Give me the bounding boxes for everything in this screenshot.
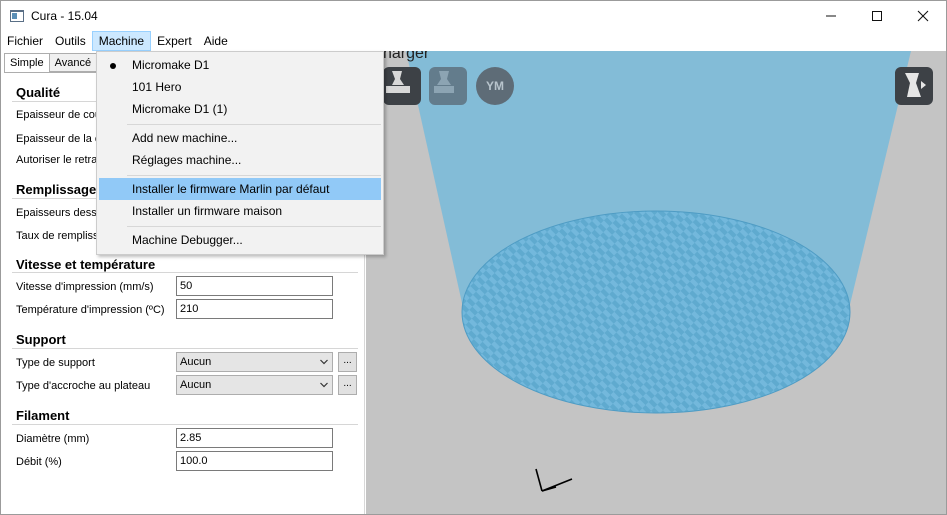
top-bottom-thickness-label: Epaisseurs dessu — [16, 207, 103, 219]
section-title-vitesse: Vitesse et température — [16, 257, 156, 272]
close-icon — [917, 10, 929, 22]
app-window-icon — [10, 10, 24, 22]
print-speed-input[interactable]: 50 — [176, 276, 333, 296]
selected-bullet-icon — [110, 63, 116, 69]
tab-simple[interactable]: Simple — [4, 53, 50, 73]
minimize-icon — [826, 15, 836, 17]
view-mode-icon — [905, 73, 926, 97]
load-icon — [386, 71, 410, 93]
maximize-button[interactable] — [854, 1, 900, 31]
build-plate — [461, 210, 851, 414]
fill-density-label: Taux de rempliss — [16, 230, 99, 242]
install-custom-firmware-item[interactable]: Installer un firmware maison — [99, 200, 381, 222]
menu-expert[interactable]: Expert — [151, 31, 198, 51]
build-volume-scene — [406, 51, 911, 492]
section-title-remplissage: Remplissage — [16, 182, 97, 197]
chevron-down-icon — [320, 382, 328, 388]
diameter-input[interactable]: 2.85 — [176, 428, 333, 448]
adhesion-type-more-button[interactable]: ... — [338, 375, 357, 395]
load-button-label: harger — [383, 51, 430, 62]
machine-menu-dropdown: Micromake D1 101 Hero Micromake D1 (1) A… — [96, 51, 384, 255]
machine-item[interactable]: 101 Hero — [99, 76, 381, 98]
menu-machine[interactable]: Machine — [91, 31, 152, 51]
install-default-firmware-item[interactable]: Installer le firmware Marlin par défaut — [99, 178, 381, 200]
print-temp-input[interactable]: 210 — [176, 299, 333, 319]
diameter-label: Diamètre (mm) — [16, 433, 90, 445]
menu-separator — [127, 226, 381, 227]
load-model-button[interactable] — [383, 67, 421, 105]
maximize-icon — [872, 11, 882, 21]
settings-tabs: Simple Avancé — [4, 53, 98, 73]
3d-viewport[interactable]: harger YM — [366, 51, 946, 514]
shell-thickness-label: Epaisseur de la c — [16, 133, 101, 145]
close-button[interactable] — [900, 1, 946, 31]
flow-label: Débit (%) — [16, 456, 62, 468]
add-new-machine-item[interactable]: Add new machine... — [99, 127, 381, 149]
section-rule — [12, 348, 358, 349]
section-title-qualite: Qualité — [16, 85, 61, 100]
menu-fichier[interactable]: Fichier — [1, 31, 49, 51]
adhesion-type-select[interactable]: Aucun — [176, 375, 333, 395]
adhesion-type-value: Aucun — [180, 379, 212, 391]
machine-debugger-item[interactable]: Machine Debugger... — [99, 229, 381, 251]
chevron-down-icon — [320, 359, 328, 365]
section-rule — [12, 424, 358, 425]
flow-input[interactable]: 100.0 — [176, 451, 333, 471]
youmagine-icon: YM — [486, 79, 504, 93]
adhesion-type-label: Type d'accroche au plateau — [16, 380, 151, 392]
title-bar: Cura - 15.04 — [1, 1, 946, 31]
menu-separator — [127, 175, 381, 176]
print-icon — [434, 71, 454, 93]
minimize-button[interactable] — [808, 1, 854, 31]
support-type-more-button[interactable]: ... — [338, 352, 357, 372]
cura-window: Cura - 15.04 Fichier Outils Machine Expe… — [0, 0, 947, 515]
support-type-select[interactable]: Aucun — [176, 352, 333, 372]
menu-outils[interactable]: Outils — [49, 31, 92, 51]
menu-separator — [127, 124, 381, 125]
section-title-filament: Filament — [16, 408, 70, 423]
view-mode-button[interactable] — [895, 67, 933, 105]
machine-item-label: Micromake D1 — [132, 58, 210, 72]
menu-bar: Fichier Outils Machine Expert Aide — [1, 31, 946, 51]
section-title-support: Support — [16, 332, 66, 347]
machine-settings-item[interactable]: Réglages machine... — [99, 149, 381, 171]
machine-item-selected[interactable]: Micromake D1 — [99, 54, 381, 76]
support-type-value: Aucun — [180, 356, 212, 368]
layer-height-label: Epaisseur de cou — [16, 109, 101, 121]
menu-aide[interactable]: Aide — [198, 31, 234, 51]
print-temp-label: Température d'impression (ºC) — [16, 304, 165, 316]
section-rule — [12, 272, 358, 273]
support-type-label: Type de support — [16, 357, 95, 369]
window-title: Cura - 15.04 — [31, 9, 98, 23]
machine-item[interactable]: Micromake D1 (1) — [99, 98, 381, 120]
tab-avance[interactable]: Avancé — [48, 53, 98, 72]
youmagine-button[interactable]: YM — [476, 67, 514, 105]
print-speed-label: Vitesse d'impression (mm/s) — [16, 281, 154, 293]
axis-indicator — [535, 468, 573, 492]
print-button[interactable] — [429, 67, 467, 105]
retraction-label: Autoriser le retra — [16, 154, 98, 166]
